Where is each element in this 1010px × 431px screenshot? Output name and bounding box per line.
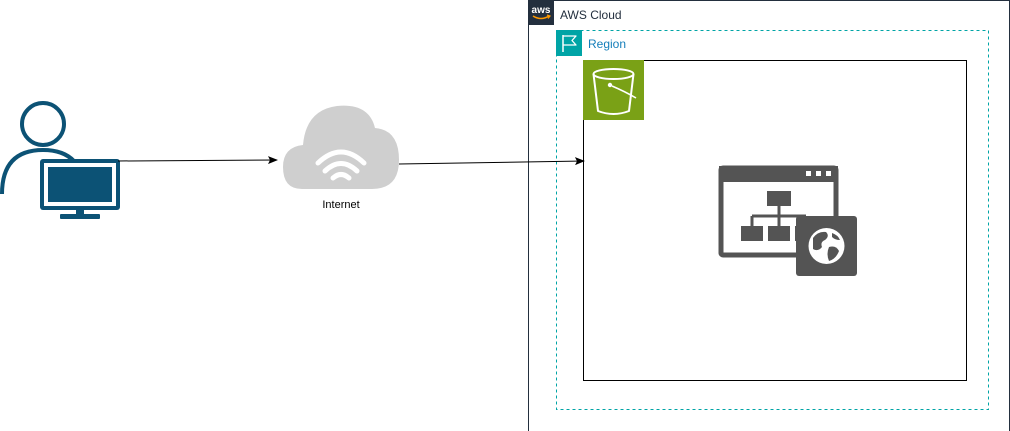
s3-bucket-icon [583, 60, 644, 120]
s3-bucket-container [583, 60, 967, 381]
aws-cloud-label: AWS Cloud [560, 8, 622, 22]
region-label: Region [588, 37, 626, 51]
connector-user-to-internet [117, 156, 278, 165]
internet-label: Internet [322, 199, 359, 211]
aws-logo-text: aws [532, 5, 551, 16]
aws-logo-icon: aws [528, 0, 554, 25]
static-website-icon [718, 165, 857, 276]
architecture-diagram: aws AWS Cloud Region Internet [0, 0, 1010, 431]
user-computer-icon [0, 101, 120, 219]
internet-cloud-icon [283, 105, 399, 189]
region-flag-icon [556, 30, 582, 56]
